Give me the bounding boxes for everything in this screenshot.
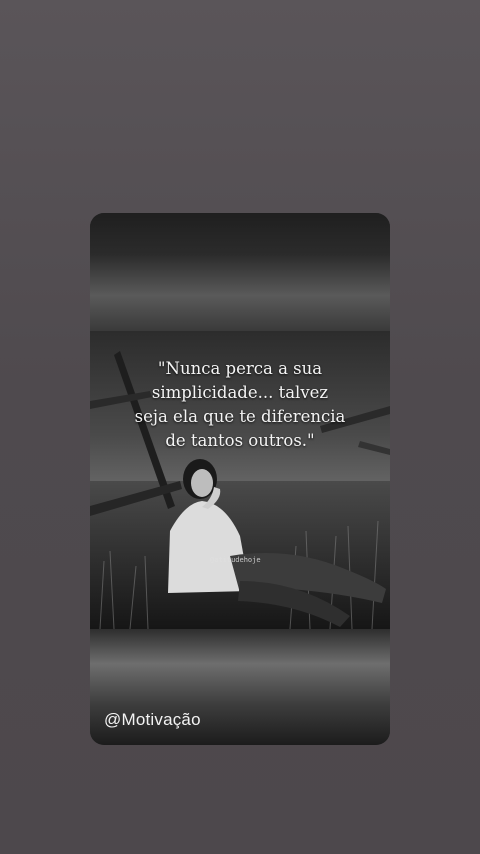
quote-text: "Nunca perca a sua simplicidade... talve… xyxy=(90,357,390,453)
story-card[interactable]: "Nunca perca a sua simplicidade... talve… xyxy=(90,213,390,745)
photo-watermark: @atitudehoje xyxy=(210,556,261,564)
quote-photo: "Nunca perca a sua simplicidade... talve… xyxy=(90,331,390,629)
quote-line: de tantos outros." xyxy=(165,431,315,450)
quote-line: "Nunca perca a sua xyxy=(157,359,323,378)
quote-line: simplicidade... talvez xyxy=(151,383,329,402)
author-handle[interactable]: @Motivação xyxy=(104,710,201,730)
blurred-top-backdrop xyxy=(90,213,390,331)
quote-line: seja ela que te diferencia xyxy=(134,407,346,426)
